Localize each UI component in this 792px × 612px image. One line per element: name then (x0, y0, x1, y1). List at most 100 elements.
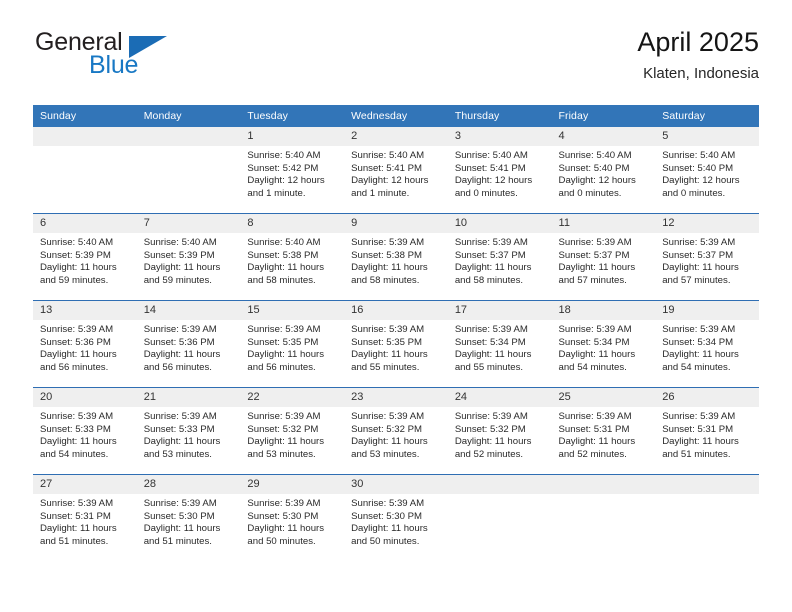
title-block: April 2025 Klaten, Indonesia (637, 26, 759, 85)
daylight-duration-line1: Daylight: 12 hours (454, 175, 533, 187)
day-number: 15 (240, 301, 345, 320)
sunrise-time: Sunrise: 5:39 AM (40, 411, 114, 422)
day-details: Sunrise: 5:39 AM Sunset: 5:36 PM Daylight:… (33, 320, 137, 374)
calendar-day-cell[interactable]: 25 Sunrise: 5:39 AM Sunset: 5:31 PM Dayligh… (551, 387, 656, 475)
sunrise-time: Sunrise: 5:39 AM (247, 411, 321, 422)
calendar-day-cell[interactable]: 24 Sunrise: 5:39 AM Sunset: 5:32 PM Dayligh… (447, 387, 552, 475)
calendar-day-cell[interactable]: 26 Sunrise: 5:39 AM Sunset: 5:31 PM Dayligh… (655, 387, 759, 475)
calendar-day-cell[interactable]: 18 Sunrise: 5:39 AM Sunset: 5:34 PM Dayligh… (551, 300, 656, 388)
sunset-time: Sunset: 5:35 PM (247, 336, 319, 348)
general-blue-logo: General Blue (33, 26, 263, 88)
calendar-day-cell[interactable]: 17 Sunrise: 5:39 AM Sunset: 5:34 PM Dayligh… (447, 300, 552, 388)
calendar-day-cell[interactable]: 29 Sunrise: 5:39 AM Sunset: 5:30 PM Dayligh… (240, 474, 345, 561)
sunset-time: Sunset: 5:32 PM (247, 423, 319, 435)
calendar-day-cell[interactable]: 2 Sunrise: 5:40 AM Sunset: 5:41 PM Daylight… (344, 127, 448, 214)
calendar-day-cell[interactable]: 3 Sunrise: 5:40 AM Sunset: 5:41 PM Daylight… (447, 127, 552, 214)
day-details: Sunrise: 5:39 AM Sunset: 5:30 PM Daylight:… (240, 494, 344, 548)
day-details: Sunrise: 5:40 AM Sunset: 5:40 PM Daylight:… (655, 146, 759, 200)
daylight-duration-line1: Daylight: 11 hours (662, 262, 739, 274)
daylight-duration-line2: and 50 minutes. (351, 535, 420, 547)
calendar-day-cell[interactable]: 10 Sunrise: 5:39 AM Sunset: 5:37 PM Dayligh… (447, 213, 552, 301)
sunset-time: Sunset: 5:37 PM (558, 249, 630, 261)
daylight-duration-line1: Daylight: 11 hours (558, 262, 636, 274)
day-details: Sunrise: 5:39 AM Sunset: 5:37 PM Daylight:… (448, 233, 552, 287)
calendar-day-cell[interactable]: 28 Sunrise: 5:39 AM Sunset: 5:30 PM Dayligh… (136, 474, 241, 561)
calendar-body: 1 Sunrise: 5:40 AM Sunset: 5:42 PM Daylight… (33, 127, 759, 561)
daylight-duration-line2: and 0 minutes. (662, 187, 726, 199)
calendar-day-cell[interactable]: 5 Sunrise: 5:40 AM Sunset: 5:40 PM Daylight… (655, 127, 759, 214)
day-details: Sunrise: 5:39 AM Sunset: 5:38 PM Daylight:… (344, 233, 448, 287)
calendar-day-cell[interactable]: 21 Sunrise: 5:39 AM Sunset: 5:33 PM Dayligh… (136, 387, 241, 475)
calendar-day-cell[interactable]: 15 Sunrise: 5:39 AM Sunset: 5:35 PM Dayligh… (240, 300, 345, 388)
calendar-day-cell[interactable]: 14 Sunrise: 5:39 AM Sunset: 5:36 PM Dayligh… (136, 300, 241, 388)
calendar-day-cell[interactable]: 30 Sunrise: 5:39 AM Sunset: 5:30 PM Dayligh… (344, 474, 448, 561)
day-number: 21 (136, 388, 241, 407)
daylight-duration-line1: Daylight: 11 hours (40, 523, 117, 535)
daylight-duration-line2: and 59 minutes. (143, 274, 212, 286)
sunset-time: Sunset: 5:41 PM (351, 162, 423, 174)
day-number: 22 (240, 388, 345, 407)
sunset-time: Sunset: 5:42 PM (247, 162, 319, 174)
day-details: Sunrise: 5:39 AM Sunset: 5:33 PM Daylight:… (33, 407, 137, 461)
calendar-day-cell[interactable]: 6 Sunrise: 5:40 AM Sunset: 5:39 PM Daylight… (33, 213, 137, 301)
day-details: Sunrise: 5:39 AM Sunset: 5:35 PM Daylight:… (344, 320, 448, 374)
calendar-day-cell[interactable]: 13 Sunrise: 5:39 AM Sunset: 5:36 PM Dayligh… (33, 300, 137, 388)
calendar-day-cell[interactable]: 16 Sunrise: 5:39 AM Sunset: 5:35 PM Dayligh… (344, 300, 448, 388)
calendar-day-cell[interactable]: 8 Sunrise: 5:40 AM Sunset: 5:38 PM Daylight… (240, 213, 345, 301)
calendar-day-cell[interactable]: 20 Sunrise: 5:39 AM Sunset: 5:33 PM Dayligh… (33, 387, 137, 475)
daylight-duration-line1: Daylight: 11 hours (351, 523, 428, 535)
calendar-day-cell[interactable]: 12 Sunrise: 5:39 AM Sunset: 5:37 PM Dayligh… (655, 213, 759, 301)
daylight-duration-line2: and 55 minutes. (351, 361, 420, 373)
calendar-day-cell[interactable]: 19 Sunrise: 5:39 AM Sunset: 5:34 PM Dayligh… (655, 300, 759, 388)
daylight-duration-line1: Daylight: 11 hours (143, 436, 221, 448)
sunrise-time: Sunrise: 5:39 AM (40, 498, 114, 509)
calendar-day-cell[interactable]: 27 Sunrise: 5:39 AM Sunset: 5:31 PM Dayligh… (33, 474, 137, 561)
day-details: Sunrise: 5:39 AM Sunset: 5:30 PM Daylight:… (344, 494, 448, 548)
weekday-header-sunday: Sunday (33, 105, 137, 127)
day-number: 13 (33, 301, 137, 320)
sunrise-time: Sunrise: 5:40 AM (351, 150, 425, 161)
daylight-duration-line2: and 51 minutes. (143, 535, 212, 547)
daylight-duration-line2: and 50 minutes. (247, 535, 316, 547)
day-number: 23 (344, 388, 448, 407)
daylight-duration-line2: and 0 minutes. (558, 187, 622, 199)
day-details: Sunrise: 5:39 AM Sunset: 5:37 PM Daylight:… (655, 233, 759, 287)
day-details: Sunrise: 5:39 AM Sunset: 5:32 PM Daylight:… (240, 407, 344, 461)
daylight-duration-line1: Daylight: 11 hours (40, 436, 117, 448)
sunrise-time: Sunrise: 5:39 AM (247, 498, 321, 509)
sunset-time: Sunset: 5:31 PM (662, 423, 734, 435)
weekday-header-friday: Friday (551, 105, 656, 127)
daylight-duration-line1: Daylight: 11 hours (662, 436, 739, 448)
daylight-duration-line2: and 54 minutes. (662, 361, 731, 373)
sunset-time: Sunset: 5:36 PM (143, 336, 215, 348)
daylight-duration-line1: Daylight: 12 hours (662, 175, 740, 187)
day-details: Sunrise: 5:40 AM Sunset: 5:41 PM Daylight:… (344, 146, 448, 200)
sunset-time: Sunset: 5:30 PM (351, 510, 423, 522)
day-details: Sunrise: 5:39 AM Sunset: 5:36 PM Daylight:… (137, 320, 241, 374)
day-details: Sunrise: 5:39 AM Sunset: 5:32 PM Daylight:… (344, 407, 448, 461)
calendar-day-cell[interactable]: 22 Sunrise: 5:39 AM Sunset: 5:32 PM Dayligh… (240, 387, 345, 475)
calendar-day-cell[interactable]: 9 Sunrise: 5:39 AM Sunset: 5:38 PM Daylight… (344, 213, 448, 301)
daylight-duration-line2: and 0 minutes. (454, 187, 518, 199)
day-number: 2 (344, 127, 448, 146)
sunset-time: Sunset: 5:38 PM (351, 249, 423, 261)
calendar-week-row: 13 Sunrise: 5:39 AM Sunset: 5:36 PM Dayligh… (33, 300, 759, 388)
calendar-day-cell[interactable]: 7 Sunrise: 5:40 AM Sunset: 5:39 PM Daylight… (136, 213, 241, 301)
daylight-duration-line1: Daylight: 11 hours (454, 262, 532, 274)
calendar-day-cell[interactable]: 23 Sunrise: 5:39 AM Sunset: 5:32 PM Dayligh… (344, 387, 448, 475)
sunrise-time: Sunrise: 5:39 AM (558, 411, 632, 422)
calendar-day-cell[interactable]: 1 Sunrise: 5:40 AM Sunset: 5:42 PM Daylight… (240, 127, 345, 214)
sunrise-time: Sunrise: 5:39 AM (143, 411, 217, 422)
day-number: 17 (447, 301, 552, 320)
day-number: 6 (33, 214, 137, 233)
day-number: 30 (344, 475, 448, 494)
day-number (136, 127, 241, 146)
sunset-time: Sunset: 5:37 PM (454, 249, 526, 261)
daylight-duration-line2: and 51 minutes. (662, 448, 731, 460)
day-number: 1 (240, 127, 345, 146)
calendar-day-cell[interactable]: 4 Sunrise: 5:40 AM Sunset: 5:40 PM Daylight… (551, 127, 656, 214)
day-details: Sunrise: 5:40 AM Sunset: 5:41 PM Daylight:… (448, 146, 552, 200)
sunrise-time: Sunrise: 5:39 AM (351, 237, 425, 248)
calendar-day-cell[interactable]: 11 Sunrise: 5:39 AM Sunset: 5:37 PM Dayligh… (551, 213, 656, 301)
daylight-duration-line1: Daylight: 12 hours (558, 175, 636, 187)
